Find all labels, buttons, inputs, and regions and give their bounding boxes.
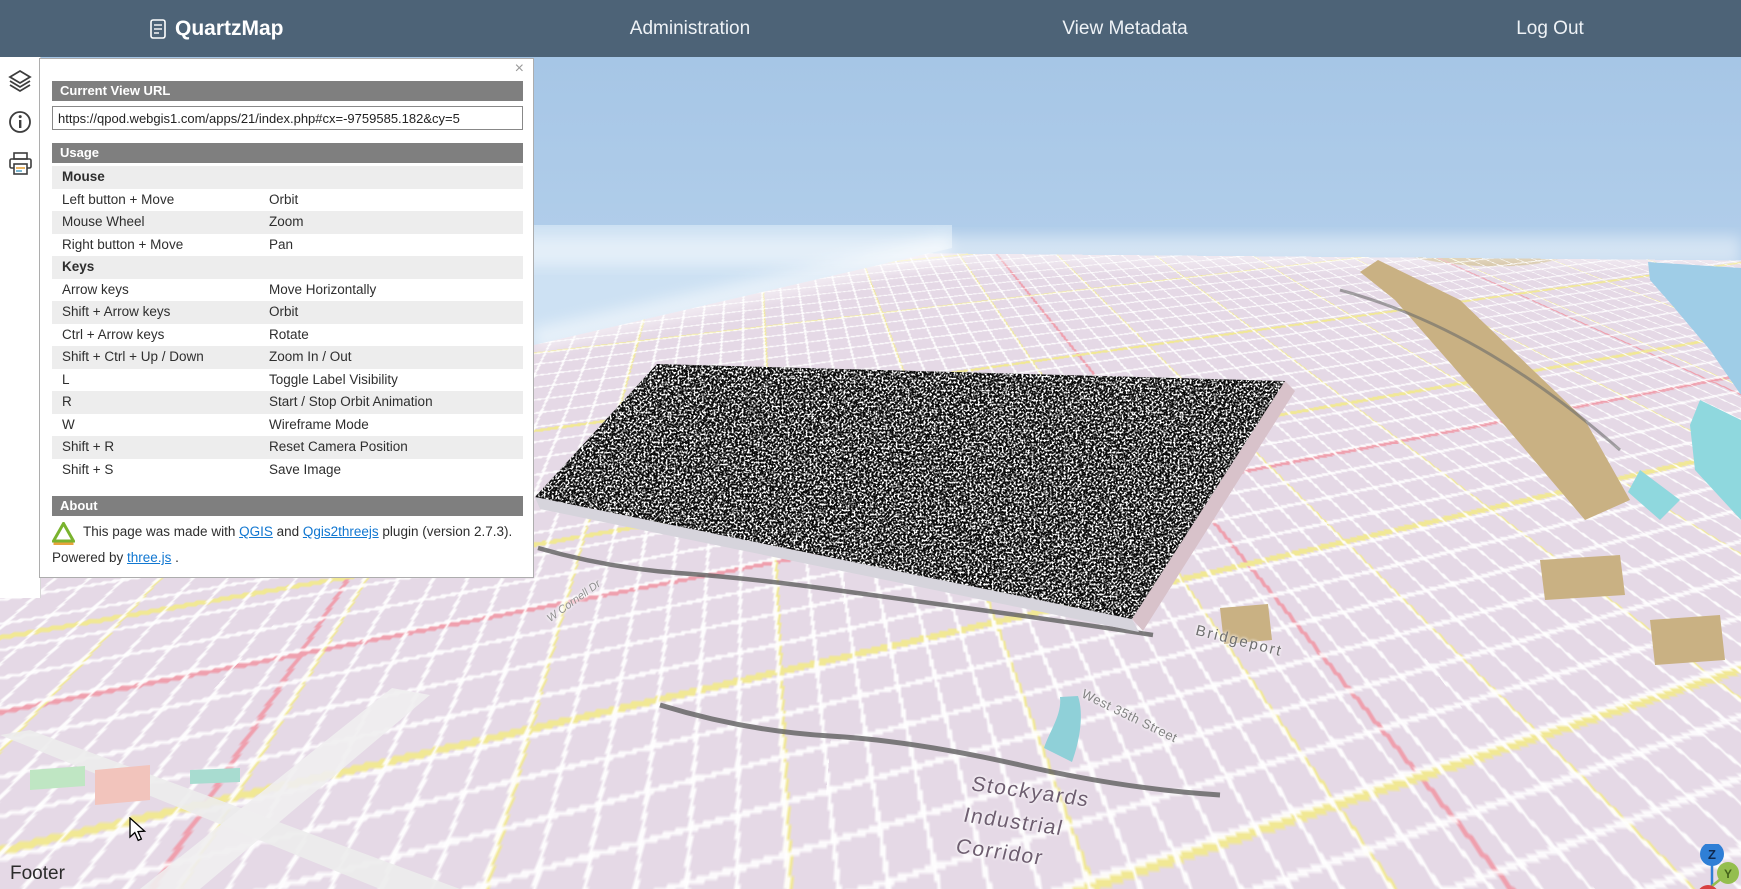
print-button[interactable] [6, 149, 34, 177]
qgis2threejs-logo [52, 522, 75, 546]
layers-button[interactable] [6, 67, 34, 95]
usage-row: Right button + MovePan [52, 234, 523, 257]
close-icon[interactable]: × [515, 61, 524, 77]
threejs-link[interactable]: three.js [127, 550, 171, 565]
axis-z-label: Z [1708, 847, 1716, 862]
usage-row: Keys [52, 256, 523, 279]
info-panel: × Current View URL Usage Mouse Left butt… [39, 58, 534, 578]
powered-by-text: Powered by three.js . [52, 550, 523, 565]
axis-y-label: Y [1724, 867, 1732, 881]
info-icon [8, 110, 32, 134]
brand-label: QuartzMap [175, 17, 284, 41]
usage-table: Mouse Left button + MoveOrbit Mouse Whee… [52, 166, 523, 481]
nav-link-view-metadata[interactable]: View Metadata [1062, 0, 1187, 57]
usage-row: RStart / Stop Orbit Animation [52, 391, 523, 414]
qgis-link[interactable]: QGIS [239, 524, 273, 539]
usage-section-header: Usage [52, 143, 523, 163]
url-section-header: Current View URL [52, 81, 523, 101]
usage-row: Left button + MoveOrbit [52, 189, 523, 212]
current-view-url-input[interactable] [52, 106, 523, 130]
usage-row: Shift + RReset Camera Position [52, 436, 523, 459]
about-section-header: About [52, 496, 523, 516]
nav-link-log-out[interactable]: Log Out [1516, 0, 1584, 57]
footer-label: Footer [10, 863, 65, 885]
about-text: This page was made with QGIS and Qgis2th… [83, 522, 523, 546]
qgis2threejs-link[interactable]: Qgis2threejs [303, 524, 379, 539]
usage-row: Shift + Ctrl + Up / DownZoom In / Out [52, 346, 523, 369]
info-button[interactable] [6, 108, 34, 136]
axes-gizmo: Z Y [1680, 844, 1741, 889]
usage-row: Mouse WheelZoom [52, 211, 523, 234]
axis-x-ball [1697, 885, 1719, 889]
usage-row: Arrow keysMove Horizontally [52, 279, 523, 302]
usage-row: Ctrl + Arrow keysRotate [52, 324, 523, 347]
map-toolbar [0, 57, 41, 598]
usage-row: LToggle Label Visibility [52, 369, 523, 392]
layers-icon [8, 69, 32, 93]
usage-row: Shift + Arrow keysOrbit [52, 301, 523, 324]
document-icon [150, 19, 166, 39]
print-icon [8, 151, 33, 176]
nav-link-administration[interactable]: Administration [630, 0, 750, 57]
usage-row: Shift + SSave Image [52, 459, 523, 482]
usage-row: WWireframe Mode [52, 414, 523, 437]
brand[interactable]: QuartzMap [150, 0, 284, 57]
usage-row: Mouse [52, 166, 523, 189]
top-navbar: QuartzMap Administration View Metadata L… [0, 0, 1741, 57]
